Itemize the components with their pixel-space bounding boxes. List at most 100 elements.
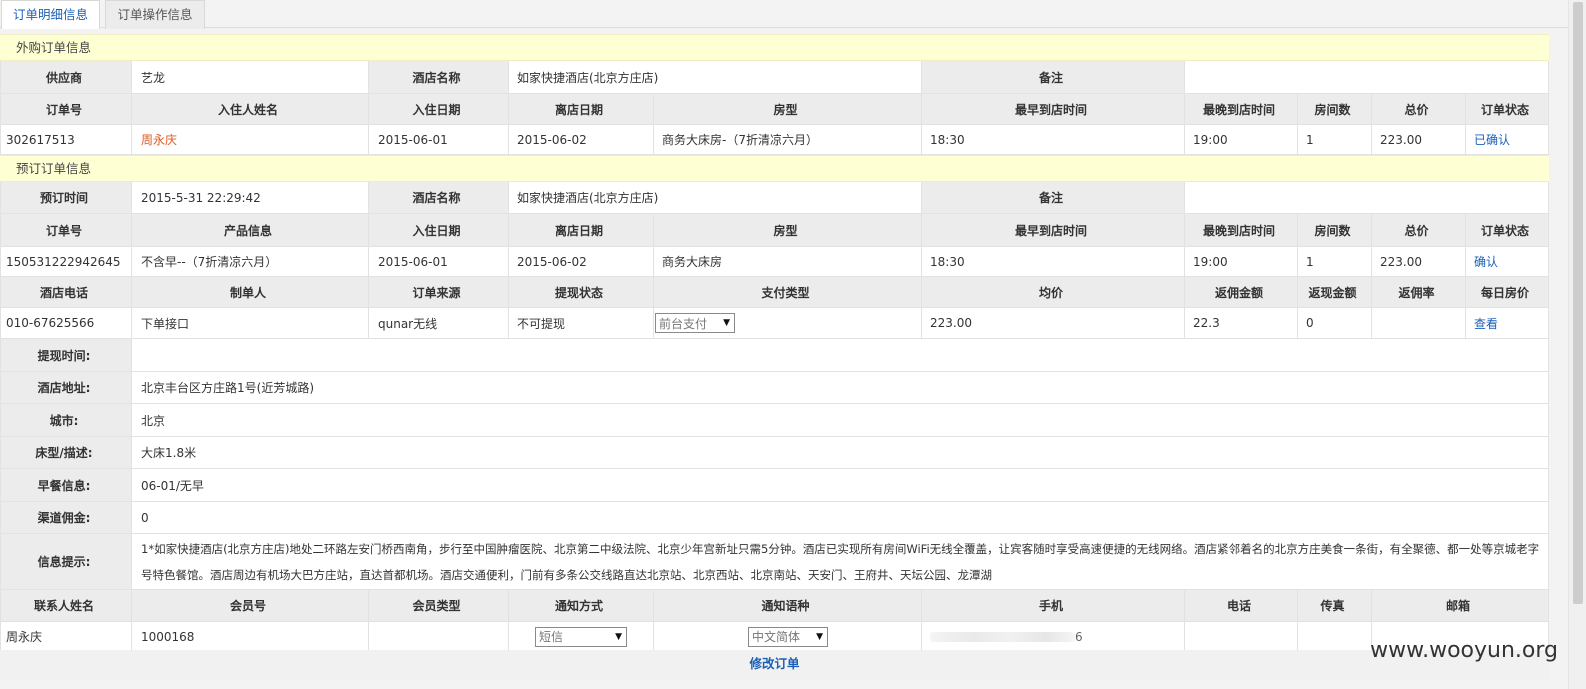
detail-row-address: 酒店地址: 北京丰台区方庄路1号(近芳城路) xyxy=(0,372,1549,404)
confirm-link[interactable]: 确认 xyxy=(1466,247,1549,276)
supplier-value: 艺龙 xyxy=(132,61,369,93)
order-status-link[interactable]: 已确认 xyxy=(1466,125,1549,154)
remark-value xyxy=(1185,61,1549,93)
notify-lang-select[interactable]: 中文简体 ▼ xyxy=(748,626,828,647)
col-phone: 电话 xyxy=(1185,590,1298,621)
detail-value: 0 xyxy=(132,502,1549,533)
col-booking-order-no: 订单号 xyxy=(0,214,132,246)
detail-label: 床型/描述: xyxy=(0,437,132,468)
view-daily-price-link[interactable]: 查看 xyxy=(1466,308,1549,338)
tel xyxy=(1185,622,1298,651)
booking-order-no: 150531222942645 xyxy=(0,247,132,276)
col-notify-lang: 通知语种 xyxy=(654,590,922,621)
col-guest-name: 入住人姓名 xyxy=(132,94,369,124)
col-hotel-phone: 酒店电话 xyxy=(0,277,132,307)
avg-price: 223.00 xyxy=(922,308,1185,338)
col-commission-rate: 返佣率 xyxy=(1372,277,1466,307)
booking-hotel-label: 酒店名称 xyxy=(369,182,509,213)
payment-type-value: 前台支付 xyxy=(659,316,708,331)
earliest-arrival: 18:30 xyxy=(922,125,1185,154)
col-earliest-arrival: 最早到店时间 xyxy=(922,94,1185,124)
product-info: 不含早--（7折清凉六月） xyxy=(132,247,369,276)
purchase-header-row: 订单号 入住人姓名 入住日期 离店日期 房型 最早到店时间 最晚到店时间 房间数… xyxy=(0,94,1549,125)
detail-label: 城市: xyxy=(0,404,132,436)
col-mobile: 手机 xyxy=(922,590,1185,621)
booking-header-row-2: 酒店电话 制单人 订单来源 提现状态 支付类型 均价 返佣金额 返现金额 返佣率… xyxy=(0,277,1549,308)
member-no: 1000168 xyxy=(132,622,369,651)
checkout-date: 2015-06-02 xyxy=(509,125,654,154)
detail-label: 早餐信息: xyxy=(0,469,132,501)
info-label: 信息提示: xyxy=(0,534,132,589)
col-commission-amount: 返佣金额 xyxy=(1185,277,1298,307)
col-member-no: 会员号 xyxy=(132,590,369,621)
scrollbar-thumb[interactable] xyxy=(1573,2,1583,604)
booking-remark-label: 备注 xyxy=(922,182,1185,213)
col-booking-status: 订单状态 xyxy=(1466,214,1549,246)
mobile-cell: 6 xyxy=(922,622,1185,651)
hotel-name-value: 如家快捷酒店(北京方庄店) xyxy=(509,61,922,93)
cashback-amount: 0 xyxy=(1298,308,1372,338)
col-withdraw-status: 提现状态 xyxy=(509,277,654,307)
col-room-type: 房型 xyxy=(654,94,922,124)
notify-lang-cell: 中文简体 ▼ xyxy=(654,622,922,651)
payment-type-select[interactable]: 前台支付 ▼ xyxy=(655,313,735,333)
dropdown-arrow-icon: ▼ xyxy=(816,631,823,642)
detail-label: 提现时间: xyxy=(0,339,132,371)
col-payment-type: 支付类型 xyxy=(654,277,922,307)
creator: 下单接口 xyxy=(132,308,369,338)
booking-hotel-value: 如家快捷酒店(北京方庄店) xyxy=(509,182,922,213)
col-avg-price: 均价 xyxy=(922,277,1185,307)
order-no: 302617513 xyxy=(0,125,132,154)
detail-row-withdraw-time: 提现时间: xyxy=(0,339,1549,372)
watermark: www.wooyun.org xyxy=(1370,638,1558,663)
detail-value: 北京丰台区方庄路1号(近芳城路) xyxy=(132,372,1549,403)
dropdown-arrow-icon: ▼ xyxy=(723,318,730,328)
detail-value: 北京 xyxy=(132,404,1549,436)
withdraw-status: 不可提现 xyxy=(509,308,654,338)
col-checkin: 入住日期 xyxy=(369,94,509,124)
guest-name: 周永庆 xyxy=(132,125,369,154)
detail-value xyxy=(132,339,1549,371)
booking-remark-value xyxy=(1185,182,1549,213)
detail-row-bed: 床型/描述: 大床1.8米 xyxy=(0,437,1549,469)
remark-label: 备注 xyxy=(922,61,1185,93)
col-booking-earliest: 最早到店时间 xyxy=(922,214,1185,246)
total-price: 223.00 xyxy=(1372,125,1466,154)
booking-room-type: 商务大床房 xyxy=(654,247,922,276)
col-creator: 制单人 xyxy=(132,277,369,307)
booking-checkout-date: 2015-06-02 xyxy=(509,247,654,276)
room-count: 1 xyxy=(1298,125,1372,154)
booking-room-count: 1 xyxy=(1298,247,1372,276)
tab-order-detail[interactable]: 订单明细信息 xyxy=(1,0,100,29)
member-type xyxy=(369,622,509,651)
hotel-phone: 010-67625566 xyxy=(0,308,132,338)
booking-header-row: 订单号 产品信息 入住日期 离店日期 房型 最早到店时间 最晚到店时间 房间数 … xyxy=(0,214,1549,247)
col-contact-name: 联系人姓名 xyxy=(0,590,132,621)
booking-checkin-date: 2015-06-01 xyxy=(369,247,509,276)
detail-row-channel-commission: 渠道佣金: 0 xyxy=(0,502,1549,534)
section-purchase-title: 外购订单信息 xyxy=(0,34,1549,61)
mobile-tail: 6 xyxy=(1075,629,1083,644)
col-booking-total: 总价 xyxy=(1372,214,1466,246)
room-type: 商务大床房-（7折清凉六月） xyxy=(654,125,922,154)
notify-method-value: 短信 xyxy=(539,630,564,644)
notify-method-cell: 短信 ▼ xyxy=(509,622,654,651)
col-booking-checkin: 入住日期 xyxy=(369,214,509,246)
col-booking-room-type: 房型 xyxy=(654,214,922,246)
col-fax: 传真 xyxy=(1298,590,1372,621)
hotel-name-label: 酒店名称 xyxy=(369,61,509,93)
scrollbar[interactable] xyxy=(1568,0,1586,689)
col-room-count: 房间数 xyxy=(1298,94,1372,124)
col-order-no: 订单号 xyxy=(0,94,132,124)
modify-order-link[interactable]: 修改订单 xyxy=(749,656,799,671)
col-daily-price: 每日房价 xyxy=(1466,277,1549,307)
col-latest-arrival: 最晚到店时间 xyxy=(1185,94,1298,124)
notify-lang-value: 中文简体 xyxy=(752,630,801,644)
detail-row-breakfast: 早餐信息: 06-01/无早 xyxy=(0,469,1549,502)
notify-method-select[interactable]: 短信 ▼ xyxy=(535,626,627,647)
dropdown-arrow-icon: ▼ xyxy=(615,631,622,642)
tab-order-operation[interactable]: 订单操作信息 xyxy=(105,0,205,29)
col-product-info: 产品信息 xyxy=(132,214,369,246)
detail-label: 渠道佣金: xyxy=(0,502,132,533)
detail-label: 酒店地址: xyxy=(0,372,132,403)
